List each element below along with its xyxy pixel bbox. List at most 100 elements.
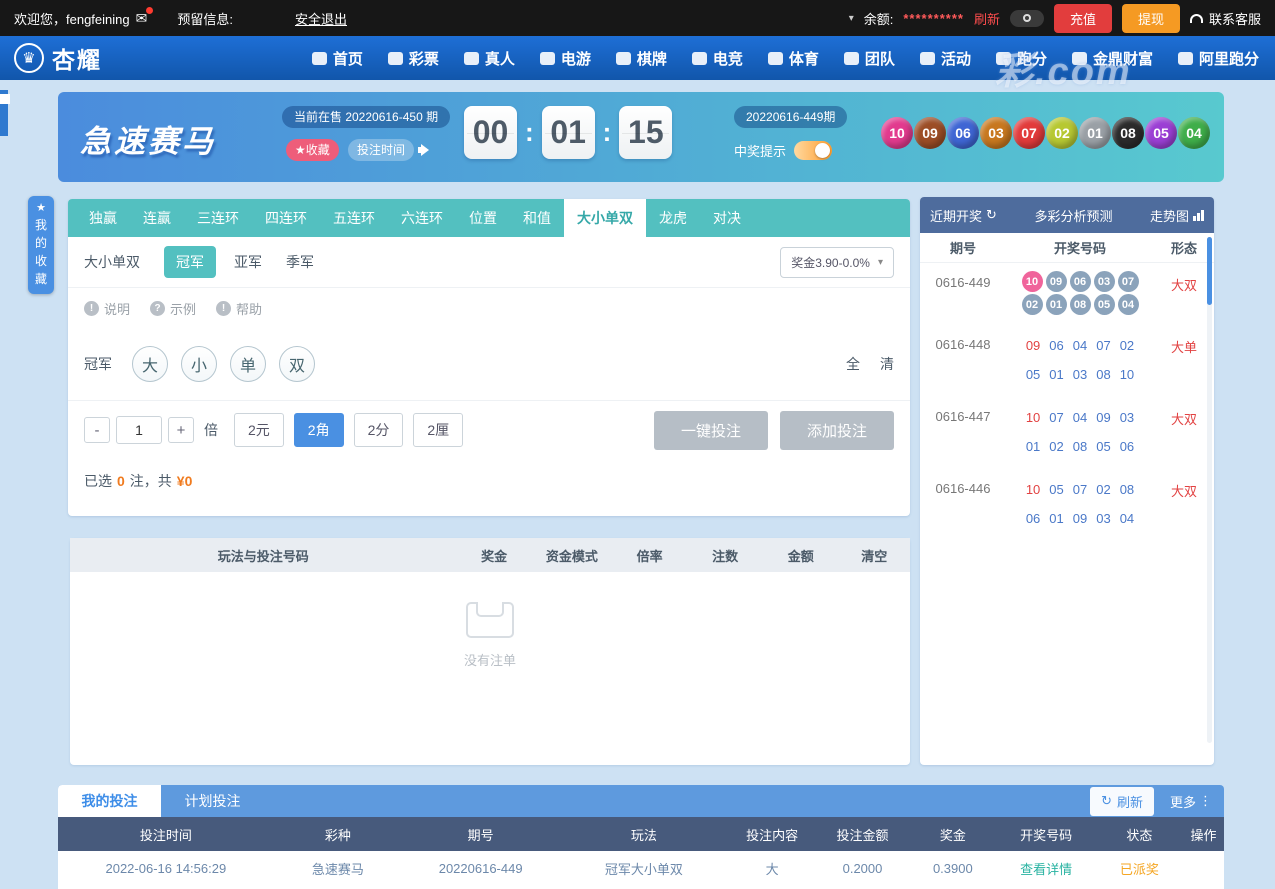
tab-sanlianhuan[interactable]: 三连环 <box>184 199 252 237</box>
nav-item-sports[interactable]: 体育 <box>767 48 819 69</box>
my-favorites-tab[interactable]: ★ 我 的 收 藏 <box>28 196 54 294</box>
help-row: ! 说明 ? 示例 ! 帮助 <box>68 288 910 328</box>
tab-duying[interactable]: 独赢 <box>76 199 130 237</box>
mini-ball: 04 <box>1117 294 1139 315</box>
brand-logo-link[interactable]: ♛ 杏耀 <box>14 41 102 75</box>
nav-item-ali-paofen[interactable]: 阿里跑分 <box>1177 48 1259 69</box>
activity-icon <box>919 51 935 65</box>
tab-trend-chart[interactable]: 走势图 <box>1150 206 1204 225</box>
refresh-icon[interactable]: ↻ <box>986 207 997 223</box>
balance-value: ********** <box>903 10 964 26</box>
tab-recent-draws[interactable]: 近期开奖 ↻ <box>930 206 997 225</box>
quick-bet-button[interactable]: 一键投注 <box>653 410 768 450</box>
cell-issue: 20220616-449 <box>438 860 523 876</box>
odds-select[interactable]: 奖金3.90-0.0% ▾ <box>780 246 894 278</box>
draw-issue: 0616-448 <box>935 337 991 352</box>
status-badge: 已派奖 <box>1119 861 1159 877</box>
speaker-icon[interactable] <box>418 144 433 156</box>
game-title: 急速赛马 <box>80 124 216 159</box>
multiplier-plus-button[interactable]: + <box>168 417 194 443</box>
history-refresh-button[interactable]: ↻ 刷新 <box>1090 786 1154 816</box>
mail-button[interactable]: ✉ <box>136 6 154 27</box>
favorite-badge-button[interactable]: ★收藏 <box>286 139 339 161</box>
multiplier-input[interactable] <box>116 416 162 444</box>
subtab-yajun[interactable]: 亚军 <box>234 252 262 272</box>
help-link[interactable]: ! 帮助 <box>216 299 262 318</box>
tab-wulianhuan[interactable]: 五连环 <box>320 199 388 237</box>
nav-item-chess[interactable]: 棋牌 <box>615 48 667 69</box>
instructions-link[interactable]: ! 说明 <box>84 299 130 318</box>
example-link[interactable]: ? 示例 <box>150 299 196 318</box>
draw-shape: 大双 <box>1170 484 1197 499</box>
nav-item-home[interactable]: 首页 <box>311 48 363 69</box>
tab-lianying[interactable]: 连赢 <box>130 199 184 237</box>
nav-item-wealth[interactable]: 金鼎财富 <box>1071 48 1153 69</box>
recent-scrollbar[interactable] <box>1207 237 1212 743</box>
welcome-text: 欢迎您，fengfeining <box>14 11 130 27</box>
paofen-icon <box>995 51 1011 65</box>
tab-silianhuan[interactable]: 四连环 <box>252 199 320 237</box>
nav-item-paofen[interactable]: 跑分 <box>995 48 1047 69</box>
view-details-link[interactable]: 查看详情 <box>997 859 1096 878</box>
tab-duijue[interactable]: 对决 <box>700 199 754 237</box>
withdraw-button[interactable]: 提现 <box>1121 3 1180 33</box>
add-bet-button[interactable]: 添加投注 <box>779 410 894 450</box>
history-tabs: 我的投注 计划投注 ↻ 刷新 更多 ⋮ <box>58 785 1224 817</box>
select-all-link[interactable]: 全 <box>846 354 860 374</box>
table-row: 2022-06-16 14:56:29 急速赛马 20220616-449 冠军… <box>58 851 1224 885</box>
nav-item-team[interactable]: 团队 <box>843 48 895 69</box>
denom-2jiao[interactable]: 2角 <box>293 413 344 447</box>
balance-visibility-toggle[interactable] <box>1009 9 1044 27</box>
wealth-icon <box>1071 51 1087 65</box>
nav-item-live[interactable]: 真人 <box>463 48 515 69</box>
refresh-label: 刷新 <box>1116 794 1143 810</box>
header-bet-count: 注数 <box>712 548 739 564</box>
select-all-clear: 全 清 <box>846 354 894 374</box>
play-tabs: 独赢 连赢 三连环 四连环 五连环 六连环 位置 和值 大小单双 龙虎 对决 <box>68 199 910 237</box>
clear-link[interactable]: 清 <box>880 354 894 374</box>
nav-item-lottery[interactable]: 彩票 <box>387 48 439 69</box>
denom-2li[interactable]: 2厘 <box>413 413 464 447</box>
cell-play: 冠军大小单双 <box>604 861 683 877</box>
balance-refresh-link[interactable]: 刷新 <box>974 9 1000 28</box>
draw-row: 0616-448 09 06 04 07 02 05 01 03 08 10 大单 <box>920 325 1214 397</box>
tab-my-bets[interactable]: 我的投注 <box>58 785 161 817</box>
tab-hezhi[interactable]: 和值 <box>510 199 564 237</box>
subtab-jijun[interactable]: 季军 <box>286 252 314 272</box>
subtab-daxiaodanshuang[interactable]: 大小单双 <box>84 252 140 272</box>
bet-option-big[interactable]: 大 <box>132 346 168 382</box>
tab-weizhi[interactable]: 位置 <box>456 199 510 237</box>
win-tip-toggle[interactable] <box>794 141 833 160</box>
tab-liulianhuan[interactable]: 六连环 <box>388 199 456 237</box>
denom-2yuan[interactable]: 2元 <box>234 413 284 447</box>
history-row-peek <box>58 885 1224 889</box>
mini-ball: 05 <box>1093 294 1115 315</box>
nav-item-activity[interactable]: 活动 <box>919 48 971 69</box>
header-play-numbers: 玩法与投注号码 <box>217 548 309 564</box>
subtab-guanjun[interactable]: 冠军 <box>164 246 216 278</box>
nav-item-slots[interactable]: 电游 <box>539 48 591 69</box>
cell-prize: 0.3900 <box>932 860 973 876</box>
tab-analysis-forecast[interactable]: 多彩分析预测 <box>1034 206 1112 225</box>
tab-daxiaodanshuang[interactable]: 大小单双 <box>564 199 646 237</box>
cell-bet-time: 2022-06-16 14:56:29 <box>105 860 227 876</box>
denom-2fen[interactable]: 2分 <box>353 413 404 447</box>
bet-option-even[interactable]: 双 <box>279 346 315 382</box>
bet-option-small[interactable]: 小 <box>181 346 217 382</box>
recharge-button[interactable]: 充值 <box>1053 3 1112 33</box>
bet-time-badge[interactable]: 投注时间 <box>348 139 415 161</box>
result-ball: 06 <box>947 117 979 149</box>
scrollbar-thumb[interactable] <box>1207 237 1212 305</box>
bet-option-odd[interactable]: 单 <box>230 346 266 382</box>
balance-caret-icon[interactable]: ▾ <box>849 13 854 24</box>
customer-service-button[interactable]: 联系客服 <box>1189 9 1261 28</box>
logout-link[interactable]: 安全退出 <box>295 9 347 28</box>
tab-longhu[interactable]: 龙虎 <box>646 199 700 237</box>
header-clear-all[interactable]: 清空 <box>839 546 910 565</box>
bet-action-buttons: 一键投注 添加投注 <box>653 410 894 450</box>
nav-item-esports[interactable]: 电竞 <box>691 48 743 69</box>
multiplier-minus-button[interactable]: - <box>84 417 110 443</box>
more-dots-icon: ⋮ <box>1199 793 1212 808</box>
more-button[interactable]: 更多 ⋮ <box>1170 792 1212 811</box>
tab-plan-bets[interactable]: 计划投注 <box>161 785 264 817</box>
